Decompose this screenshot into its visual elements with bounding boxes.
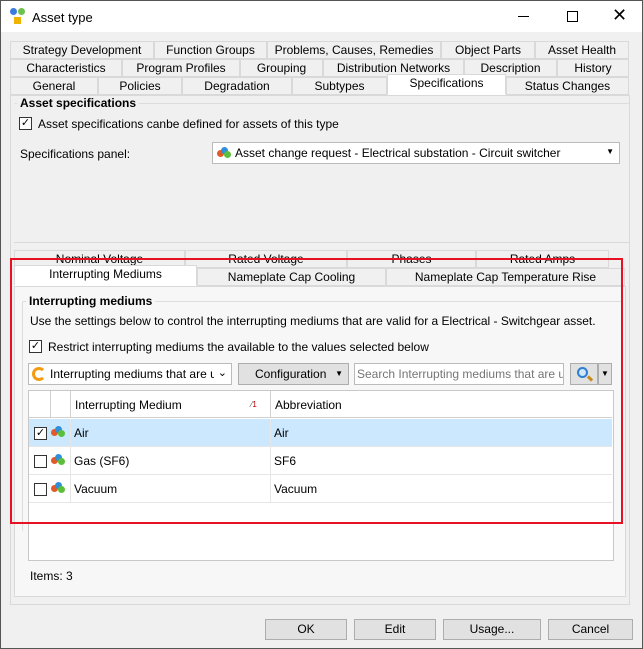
close-icon[interactable]: ✕ <box>612 5 627 25</box>
window-title: Asset type <box>32 10 93 25</box>
highlight-box <box>10 258 623 524</box>
divider <box>14 242 630 243</box>
specifications-panel-label: Specifications panel: <box>20 147 131 161</box>
tab-function-groups[interactable]: Function Groups <box>154 41 267 59</box>
specifications-panel-select[interactable]: Asset change request - Electrical substa… <box>212 142 620 164</box>
usage-button[interactable]: Usage... <box>443 619 541 640</box>
asset-specs-checkbox[interactable]: ✓ <box>19 117 32 130</box>
items-count: Items: 3 <box>30 569 73 583</box>
tab-history[interactable]: History <box>557 59 629 77</box>
ok-button[interactable]: OK <box>265 619 347 640</box>
title-bar: Asset type ✕ <box>1 1 642 32</box>
specification-icon <box>217 147 231 159</box>
tab-subtypes[interactable]: Subtypes <box>292 77 387 95</box>
minimize-icon[interactable] <box>518 16 529 17</box>
tab-grouping[interactable]: Grouping <box>240 59 323 77</box>
chevron-down-icon: ▼ <box>606 147 614 156</box>
tab-specifications[interactable]: Specifications <box>387 74 506 95</box>
tab-object-parts[interactable]: Object Parts <box>441 41 535 59</box>
inner-tab-interrupting-mediums[interactable]: Interrupting Mediums <box>14 265 197 286</box>
tab-degradation[interactable]: Degradation <box>182 77 292 95</box>
tab-status-changes[interactable]: Status Changes <box>506 77 629 95</box>
edit-button[interactable]: Edit <box>354 619 436 640</box>
asset-specs-checkbox-label: Asset specifications canbe defined for a… <box>38 117 339 131</box>
tab-asset-health[interactable]: Asset Health <box>535 41 629 59</box>
tab-program-profiles[interactable]: Program Profiles <box>122 59 240 77</box>
specifications-panel-value: Asset change request - Electrical substa… <box>235 146 561 160</box>
tab-problems-causes-remedies[interactable]: Problems, Causes, Remedies <box>267 41 441 59</box>
tab-characteristics[interactable]: Characteristics <box>10 59 122 77</box>
asset-specifications-title: Asset specifications <box>17 96 140 110</box>
tab-general[interactable]: General <box>10 77 98 95</box>
app-icon <box>10 8 26 24</box>
tab-strategy-development[interactable]: Strategy Development <box>10 41 154 59</box>
tab-policies[interactable]: Policies <box>98 77 182 95</box>
maximize-icon[interactable] <box>567 11 578 22</box>
cancel-button[interactable]: Cancel <box>548 619 633 640</box>
